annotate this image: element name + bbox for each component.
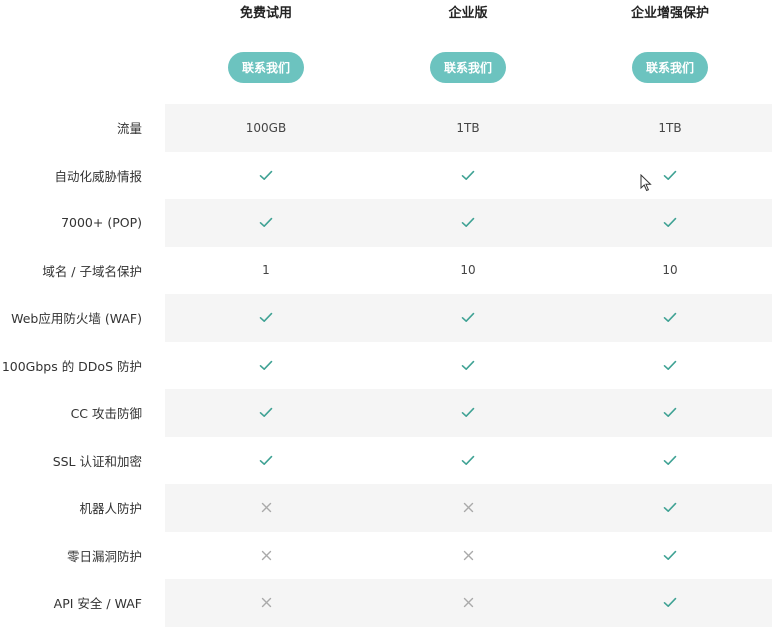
- feature-cell: [408, 437, 528, 485]
- feature-cell: [610, 152, 730, 200]
- check-icon: [259, 360, 273, 370]
- check-icon: [461, 455, 475, 465]
- feature-cell: [610, 579, 730, 627]
- feature-label: 自动化威胁情报: [54, 168, 142, 184]
- cross-icon: [463, 598, 473, 608]
- table-row: SSL 认证和加密: [0, 437, 780, 485]
- check-icon: [461, 218, 475, 228]
- check-icon: [663, 408, 677, 418]
- check-icon: [259, 218, 273, 228]
- feature-cell: 10: [662, 263, 678, 278]
- cross-icon: [261, 598, 271, 608]
- check-icon: [461, 408, 475, 418]
- check-icon: [259, 408, 273, 418]
- check-icon: [663, 313, 677, 323]
- check-icon: [461, 170, 475, 180]
- feature-cell: [206, 199, 326, 247]
- table-row: 自动化威胁情报: [0, 152, 780, 200]
- feature-label: API 安全 / WAF: [53, 596, 142, 612]
- cross-icon: [261, 550, 271, 560]
- feature-cell: [610, 532, 730, 580]
- cross-icon: [261, 503, 271, 513]
- feature-cell: 1: [262, 263, 270, 278]
- table-row: 域名 / 子域名保护 1 10 10: [0, 247, 780, 295]
- plan-title-1: 免费试用: [239, 6, 292, 21]
- feature-cell: [206, 579, 326, 627]
- feature-cell: [206, 294, 326, 342]
- contact-us-button-2[interactable]: 联系我们: [430, 52, 506, 83]
- feature-label: SSL 认证和加密: [52, 453, 142, 469]
- table-row: 零日漏洞防护: [0, 532, 780, 580]
- cross-icon: [463, 550, 473, 560]
- feature-cell: [408, 579, 528, 627]
- feature-cell: [610, 342, 730, 390]
- feature-cell: [408, 484, 528, 532]
- feature-cell: [408, 342, 528, 390]
- contact-us-button-1[interactable]: 联系我们: [228, 52, 304, 83]
- pricing-comparison: 免费试用联系我们 企业版联系我们 企业增强保护联系我们 流量 100GB 1TB 1TB 自…: [0, 0, 780, 631]
- feature-cell: 1TB: [456, 120, 480, 135]
- feature-cell: [206, 342, 326, 390]
- feature-cell: [206, 532, 326, 580]
- feature-cell: [610, 437, 730, 485]
- table-row: 100Gbps 的 DDoS 防护: [0, 342, 780, 390]
- feature-cell: [610, 199, 730, 247]
- table-row: Web应用防火墙 (WAF): [0, 294, 780, 342]
- feature-cell: [610, 294, 730, 342]
- check-icon: [461, 313, 475, 323]
- check-icon: [663, 550, 677, 560]
- feature-cell: [206, 437, 326, 485]
- feature-label: 100Gbps 的 DDoS 防护: [1, 358, 142, 374]
- feature-cell: [408, 389, 528, 437]
- feature-label: 零日漏洞防护: [66, 548, 142, 564]
- check-icon: [663, 455, 677, 465]
- feature-cell: [610, 484, 730, 532]
- feature-cell: 10: [460, 263, 476, 278]
- feature-cell: [206, 389, 326, 437]
- check-icon: [259, 313, 273, 323]
- table-row: 流量 100GB 1TB 1TB: [0, 104, 780, 152]
- feature-comparison-table: 流量 100GB 1TB 1TB 自动化威胁情报 7000+ (POP) 域名 / 子域名保…: [0, 104, 780, 627]
- mouse-cursor-icon: [640, 174, 652, 192]
- check-icon: [259, 170, 273, 180]
- feature-label: 流量: [116, 121, 142, 137]
- table-row: API 安全 / WAF: [0, 579, 780, 627]
- feature-cell: [206, 484, 326, 532]
- table-row: 7000+ (POP): [0, 199, 780, 247]
- cross-icon: [463, 503, 473, 513]
- feature-label: 机器人防护: [79, 501, 142, 517]
- table-row: CC 攻击防御: [0, 389, 780, 437]
- check-icon: [663, 598, 677, 608]
- feature-cell: [408, 532, 528, 580]
- check-icon: [663, 170, 677, 180]
- table-row: 机器人防护: [0, 484, 780, 532]
- check-icon: [663, 360, 677, 370]
- feature-cell: [408, 152, 528, 200]
- feature-label: 7000+ (POP): [61, 215, 142, 231]
- feature-cell: [206, 152, 326, 200]
- feature-cell: [408, 199, 528, 247]
- check-icon: [663, 503, 677, 513]
- contact-us-button-3[interactable]: 联系我们: [632, 52, 708, 83]
- plan-title-2: 企业版: [448, 6, 488, 21]
- feature-cell: 100GB: [245, 120, 287, 135]
- feature-label: CC 攻击防御: [70, 406, 142, 422]
- feature-cell: 1TB: [658, 120, 682, 135]
- feature-cell: [610, 389, 730, 437]
- check-icon: [259, 455, 273, 465]
- check-icon: [663, 218, 677, 228]
- check-icon: [461, 360, 475, 370]
- feature-label: 域名 / 子域名保护: [42, 263, 142, 279]
- feature-label: Web应用防火墙 (WAF): [11, 311, 142, 327]
- plan-title-3: 企业增强保护: [630, 6, 709, 21]
- feature-cell: [408, 294, 528, 342]
